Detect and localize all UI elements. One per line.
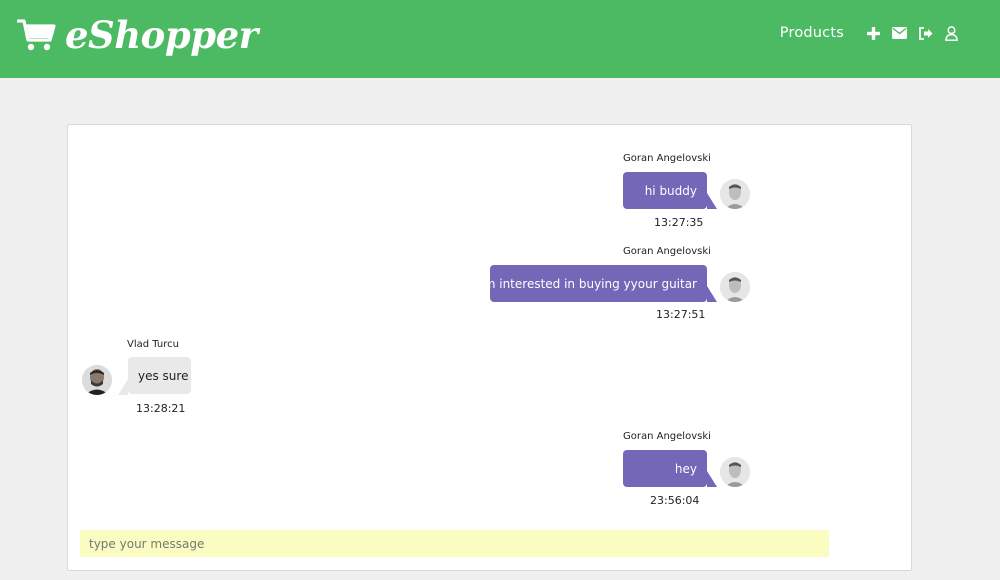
avatar (720, 272, 750, 302)
brand-name: eShopper (65, 13, 258, 57)
shopping-cart-icon (17, 18, 57, 52)
message-bubble: yes sure (128, 357, 191, 394)
bubble-tail (707, 193, 717, 209)
plus-icon[interactable] (864, 24, 882, 42)
bubble-tail (707, 471, 717, 487)
message-input[interactable] (80, 530, 829, 557)
chat-panel: Goran Angelovski hi buddy 13:27:35 Goran… (67, 124, 912, 571)
avatar (720, 179, 750, 209)
message-bubble: i'm interested in buying yyour guitar (477, 265, 707, 302)
message-bubble: hey (623, 450, 707, 487)
message-sender: Goran Angelovski (623, 431, 711, 442)
chat-message: Goran Angelovski hey 23:56:04 (68, 403, 913, 513)
message-time: 23:56:04 (650, 494, 700, 507)
nav-menu: Products (780, 22, 960, 44)
message-sender: Vlad Turcu (127, 339, 179, 350)
bubble-tail (118, 379, 128, 395)
navbar: eShopper Products (0, 0, 1000, 78)
message-sender: Goran Angelovski (623, 246, 711, 257)
user-icon[interactable] (942, 24, 960, 42)
products-link[interactable]: Products (780, 25, 844, 41)
sign-out-icon[interactable] (916, 24, 934, 42)
envelope-icon[interactable] (890, 24, 908, 42)
bubble-tail (707, 286, 717, 302)
message-sender: Goran Angelovski (623, 153, 711, 164)
message-bubble: hi buddy (623, 172, 707, 209)
avatar (720, 457, 750, 487)
avatar (82, 365, 112, 395)
brand-logo[interactable]: eShopper (17, 12, 258, 58)
